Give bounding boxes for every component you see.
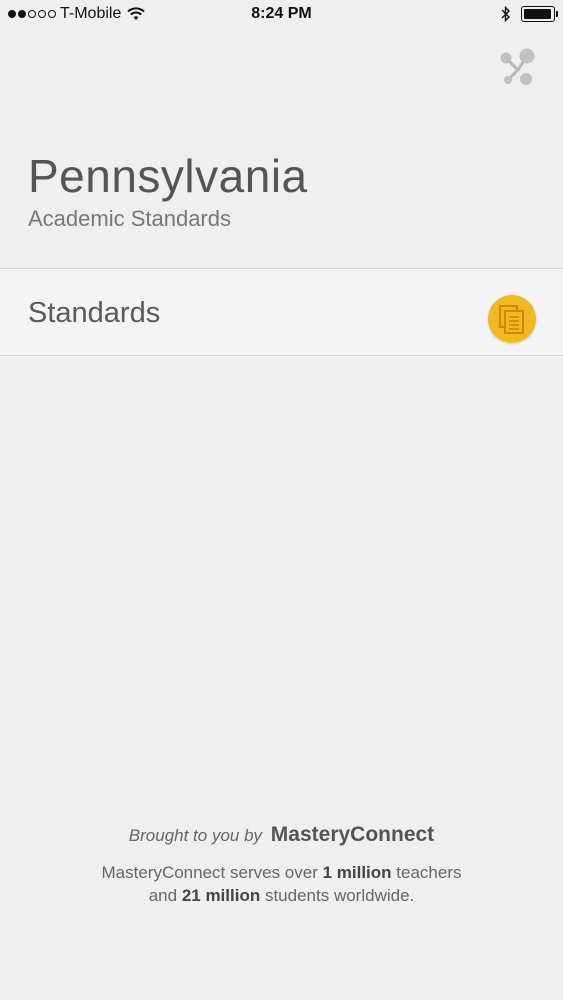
brought-by: Brought to you by MasteryConnect <box>0 820 563 851</box>
standards-menu-item[interactable]: Standards <box>0 272 563 356</box>
status-bar: T-Mobile 8:24 PM <box>0 0 563 30</box>
tagline-bold: 21 million <box>181 886 261 905</box>
bluetooth-icon <box>501 5 510 23</box>
divider-top <box>0 268 563 270</box>
status-time: 8:24 PM <box>251 5 312 22</box>
tagline-text: students worldwide. <box>260 886 415 905</box>
title-block: Pennsylvania Academic Standards <box>28 148 308 234</box>
documents-icon[interactable] <box>488 295 536 343</box>
page-title: Pennsylvania <box>28 150 308 202</box>
tagline-text: MasteryConnect serves over <box>101 863 323 882</box>
battery-icon <box>521 6 558 22</box>
battery-fill <box>524 9 551 19</box>
divider-bottom <box>0 355 563 357</box>
tagline-bold: 1 million <box>322 863 392 882</box>
standards-label: Standards <box>28 297 161 329</box>
tagline-line-1: MasteryConnect serves over 1 million tea… <box>0 861 563 884</box>
share-icon <box>500 48 535 85</box>
documents-glyph <box>499 305 524 334</box>
tagline: MasteryConnect serves over 1 million tea… <box>0 861 563 907</box>
footer: Brought to you by MasteryConnect Mastery… <box>0 820 563 907</box>
status-right <box>501 5 558 23</box>
brand-name: MasteryConnect <box>270 823 435 846</box>
brought-by-prefix: Brought to you by <box>128 826 263 845</box>
share-button[interactable] <box>496 46 540 90</box>
tagline-text: and <box>148 886 182 905</box>
tagline-text: teachers <box>391 863 462 882</box>
page-subtitle: Academic Standards <box>28 206 231 231</box>
tagline-line-2: and 21 million students worldwide. <box>0 884 563 907</box>
